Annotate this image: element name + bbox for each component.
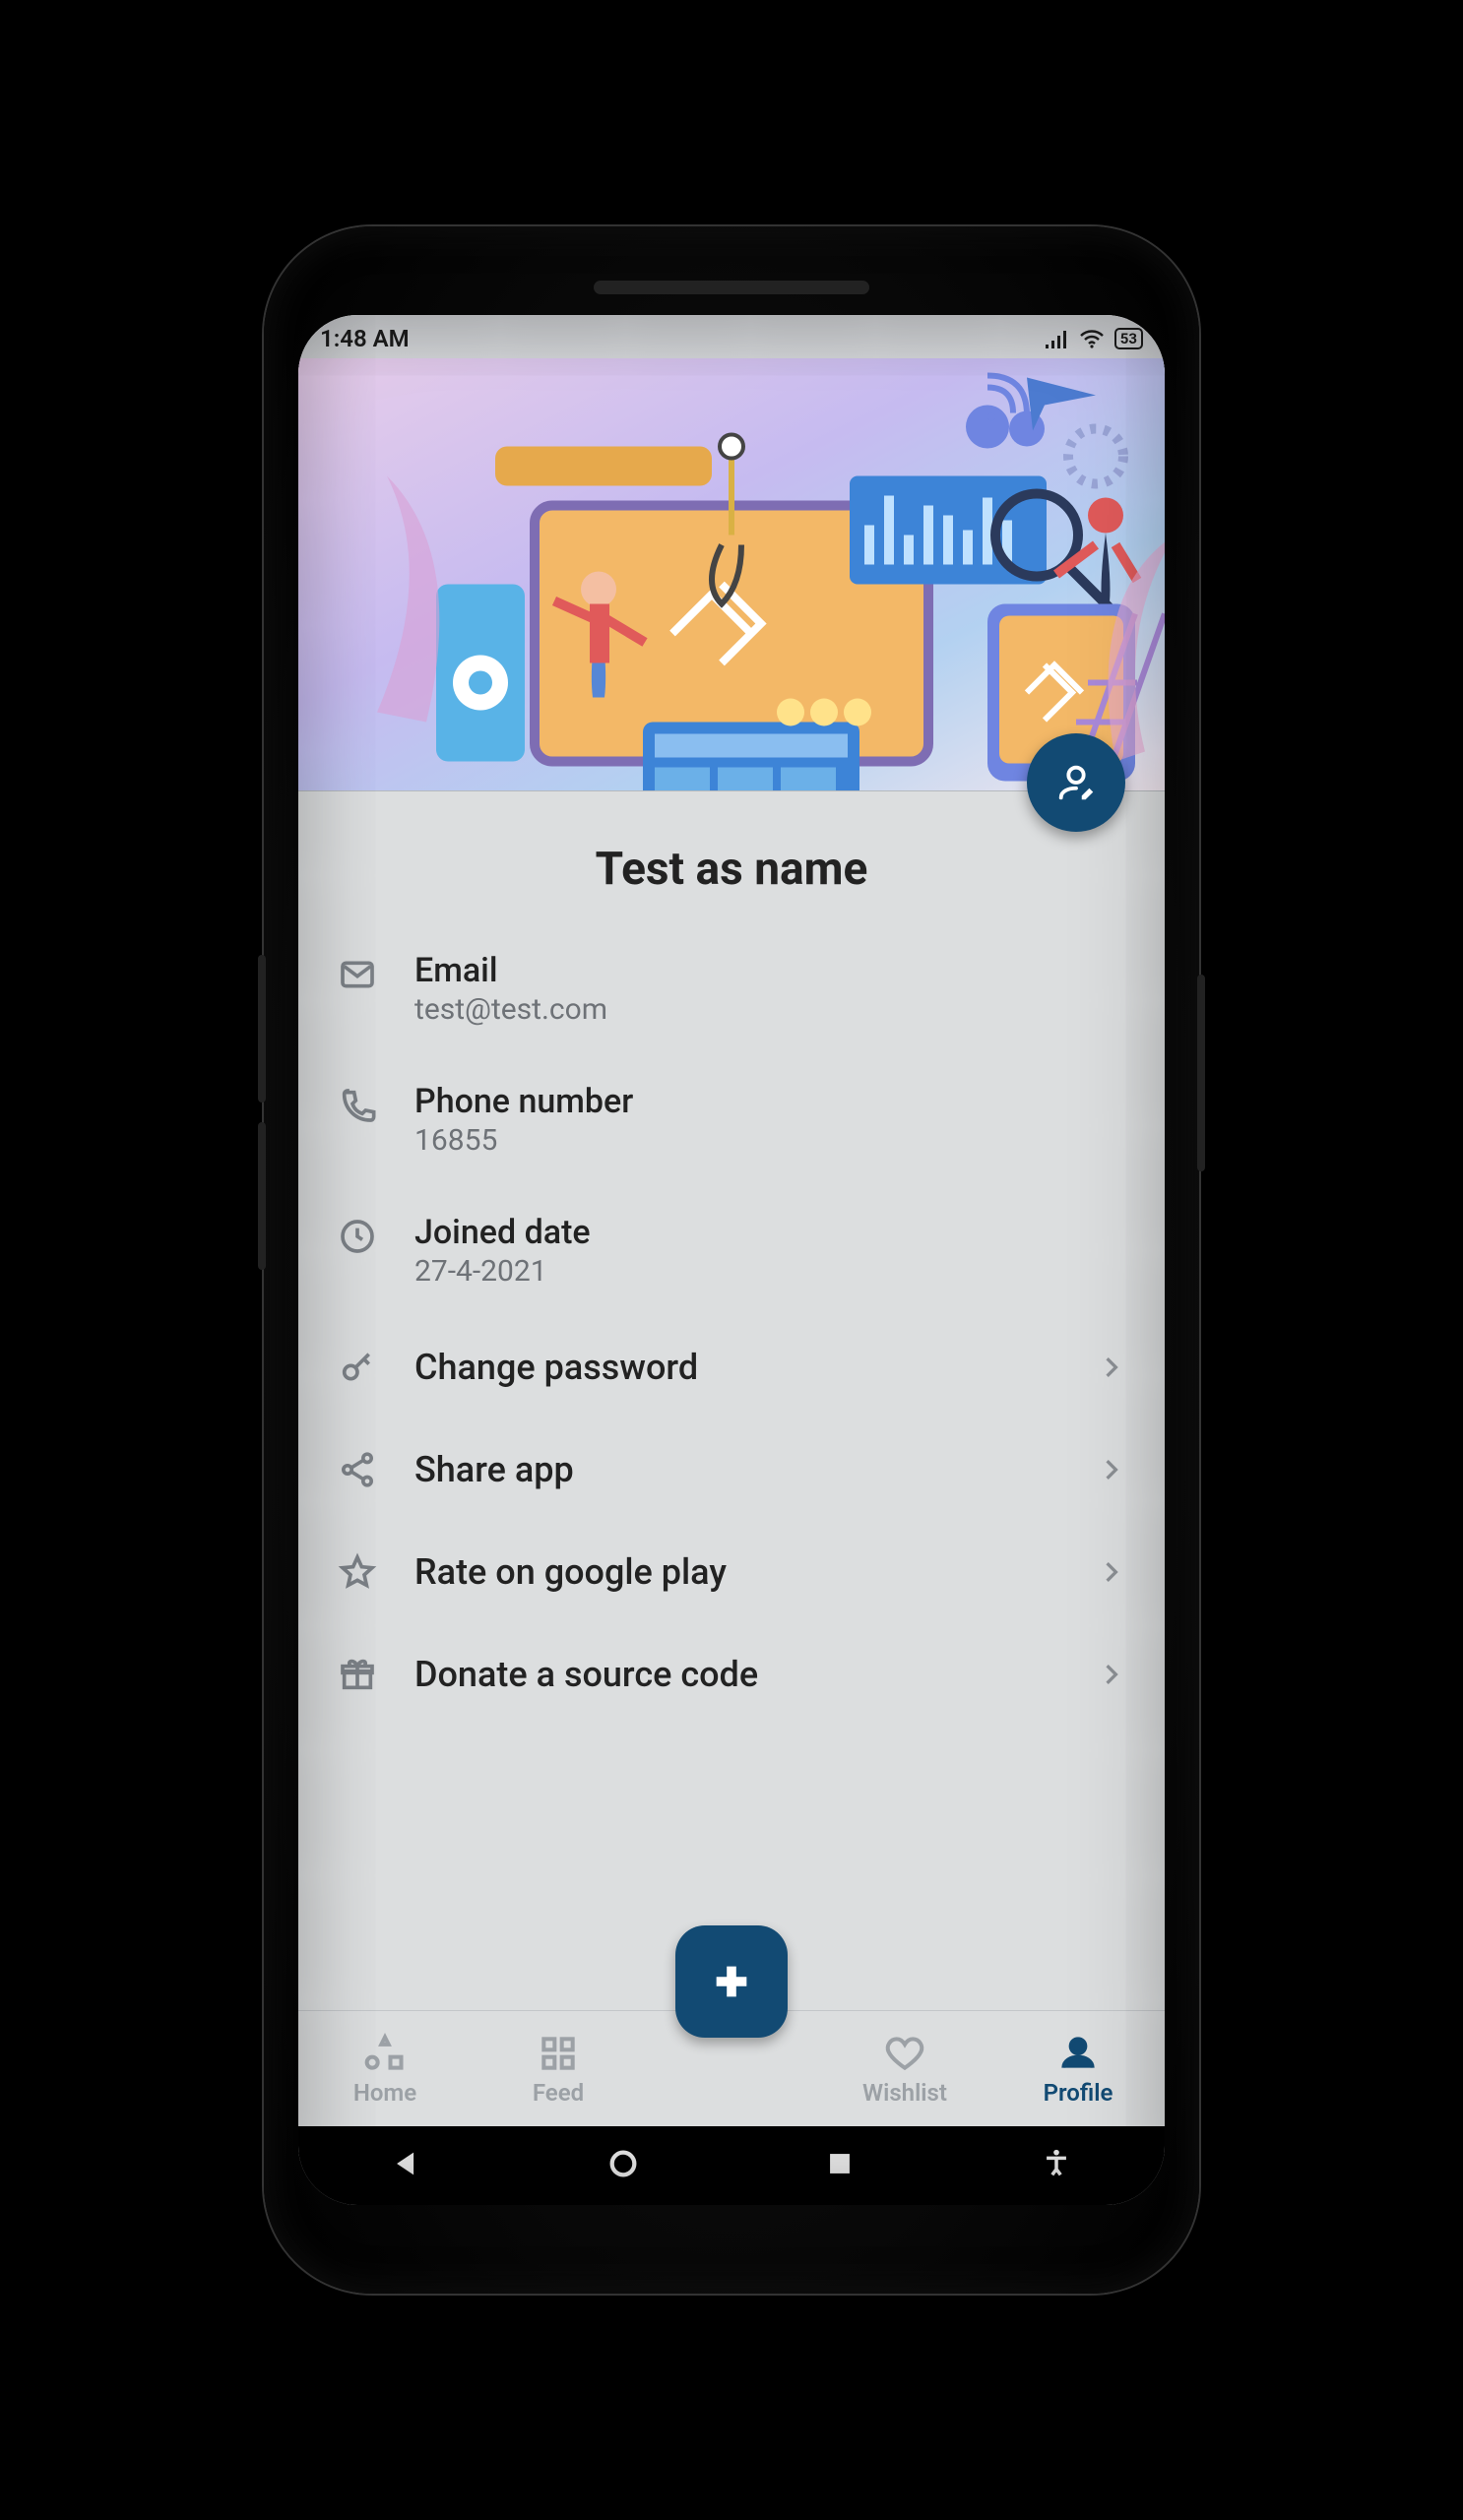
back-softkey[interactable] bbox=[390, 2147, 423, 2184]
donate-label: Donate a source code bbox=[414, 1654, 1060, 1695]
share-app-row[interactable]: Share app bbox=[326, 1418, 1137, 1521]
accessibility-softkey[interactable] bbox=[1040, 2147, 1073, 2184]
rate-label: Rate on google play bbox=[414, 1551, 1060, 1593]
change-password-row[interactable]: Change password bbox=[326, 1316, 1137, 1418]
profile-phone-row: Phone number 16855 bbox=[326, 1054, 1137, 1185]
edit-profile-button[interactable] bbox=[1027, 733, 1125, 832]
clock-icon bbox=[334, 1213, 381, 1260]
android-softkeys bbox=[298, 2126, 1165, 2205]
profile-hero-illustration bbox=[298, 358, 1165, 791]
chevron-right-icon bbox=[1094, 1561, 1129, 1583]
nav-profile-label: Profile bbox=[1044, 2079, 1113, 2107]
joined-label: Joined date bbox=[414, 1213, 1129, 1252]
chevron-right-icon bbox=[1094, 1664, 1129, 1685]
star-icon bbox=[334, 1548, 381, 1596]
add-button[interactable] bbox=[675, 1925, 788, 2038]
joined-value: 27-4-2021 bbox=[414, 1254, 1129, 1289]
nav-home-label: Home bbox=[353, 2079, 416, 2107]
chevron-right-icon bbox=[1094, 1356, 1129, 1378]
phone-label: Phone number bbox=[414, 1082, 1129, 1121]
nav-wishlist[interactable]: Wishlist bbox=[818, 2011, 991, 2126]
statusbar-time: 1:48 AM bbox=[320, 325, 410, 352]
wifi-icon bbox=[1079, 329, 1105, 348]
key-icon bbox=[334, 1344, 381, 1391]
email-icon bbox=[334, 951, 381, 998]
phone-value: 16855 bbox=[414, 1123, 1129, 1158]
phone-icon bbox=[334, 1082, 381, 1129]
app-screen: 1:48 AM 53 bbox=[298, 315, 1165, 2205]
nav-home[interactable]: Home bbox=[298, 2011, 472, 2126]
recent-softkey[interactable] bbox=[823, 2147, 857, 2184]
nav-profile[interactable]: Profile bbox=[991, 2011, 1165, 2126]
email-label: Email bbox=[414, 951, 1129, 990]
battery-icon: 53 bbox=[1114, 328, 1143, 349]
gift-icon bbox=[334, 1651, 381, 1698]
share-icon bbox=[334, 1446, 381, 1493]
home-softkey[interactable] bbox=[606, 2147, 640, 2184]
nav-feed[interactable]: Feed bbox=[472, 2011, 645, 2126]
nav-wishlist-label: Wishlist bbox=[862, 2079, 947, 2107]
rate-row[interactable]: Rate on google play bbox=[326, 1521, 1137, 1623]
share-app-label: Share app bbox=[414, 1449, 1060, 1490]
profile-email-row: Email test@test.com bbox=[326, 923, 1137, 1054]
signal-icon bbox=[1044, 329, 1069, 348]
chevron-right-icon bbox=[1094, 1459, 1129, 1480]
statusbar: 1:48 AM 53 bbox=[298, 315, 1165, 358]
donate-row[interactable]: Donate a source code bbox=[326, 1623, 1137, 1726]
change-password-label: Change password bbox=[414, 1347, 1060, 1388]
profile-joined-row: Joined date 27-4-2021 bbox=[326, 1185, 1137, 1316]
nav-feed-label: Feed bbox=[533, 2079, 584, 2107]
email-value: test@test.com bbox=[414, 992, 1129, 1027]
